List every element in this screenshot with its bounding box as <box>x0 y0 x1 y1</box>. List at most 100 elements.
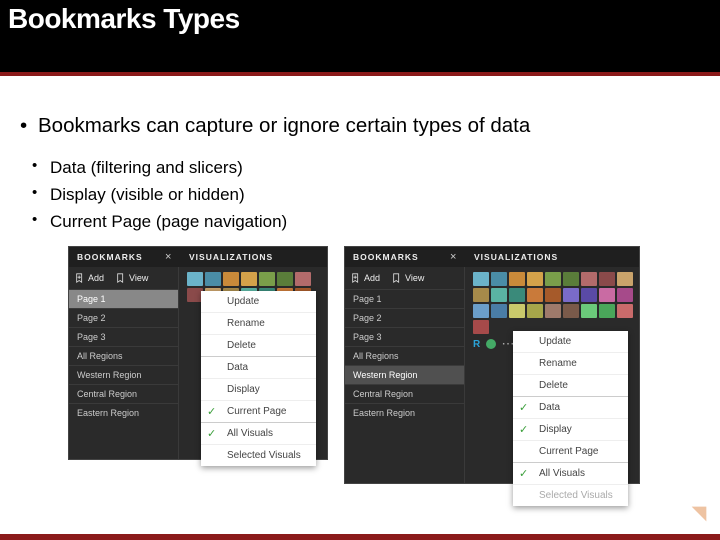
bookmarks-pane-screenshot-checked: BOOKMARKS×VISUALIZATIONSAddViewPage 1Pag… <box>344 246 640 484</box>
context-menu-item[interactable]: Selected Visuals <box>201 444 316 466</box>
visualization-type-icon[interactable] <box>277 272 293 286</box>
bullet-main: Bookmarks can capture or ignore certain … <box>14 114 710 138</box>
visualization-type-icon[interactable] <box>617 272 633 286</box>
bookmarks-header: BOOKMARKS <box>69 252 165 262</box>
context-menu-label: Display <box>539 424 572 435</box>
visualization-type-icon[interactable] <box>527 272 543 286</box>
close-icon[interactable]: × <box>165 251 179 263</box>
visualization-type-icon[interactable] <box>545 272 561 286</box>
visualization-type-icon[interactable] <box>295 272 311 286</box>
visualization-type-icon[interactable] <box>545 304 561 318</box>
visualization-type-icon[interactable] <box>509 272 525 286</box>
visualization-type-icon[interactable] <box>581 272 597 286</box>
context-menu-item[interactable]: ✓Data <box>513 396 628 418</box>
view-bookmark-button[interactable]: View <box>386 271 430 285</box>
custom-visual-icon[interactable] <box>486 339 496 349</box>
visualization-type-icon[interactable] <box>581 304 597 318</box>
context-menu-label: All Visuals <box>227 428 273 439</box>
visualization-type-icon[interactable] <box>259 272 275 286</box>
visualization-type-icon[interactable] <box>563 304 579 318</box>
bookmark-item[interactable]: Page 2 <box>345 308 464 327</box>
check-icon: ✓ <box>207 427 216 440</box>
check-icon: ✓ <box>519 467 528 480</box>
bookmark-item[interactable]: Western Region <box>69 365 178 384</box>
bullet-sub: Data (filtering and slicers) <box>14 154 710 181</box>
visualization-type-icon[interactable] <box>509 304 525 318</box>
visualization-type-icon[interactable] <box>473 320 489 334</box>
context-menu-item[interactable]: Rename <box>201 312 316 334</box>
context-menu-item[interactable]: ✓ Current Page <box>201 400 316 422</box>
visualization-type-icon[interactable] <box>205 272 221 286</box>
context-menu-item[interactable]: Data <box>201 356 316 378</box>
bookmark-item[interactable]: Page 3 <box>69 327 178 346</box>
bookmark-item[interactable]: All Regions <box>345 346 464 365</box>
visualization-type-icon[interactable] <box>491 288 507 302</box>
check-icon: ✓ <box>519 401 528 414</box>
visualization-type-icon[interactable] <box>527 304 543 318</box>
context-menu-label: Delete <box>539 380 568 391</box>
visualizations-header: VISUALIZATIONS <box>464 252 639 262</box>
visualization-type-icon[interactable] <box>223 272 239 286</box>
bullet-sub: Current Page (page navigation) <box>14 208 710 235</box>
context-menu-item[interactable]: ✓ All Visuals <box>513 462 628 484</box>
visualization-type-icon[interactable] <box>473 304 489 318</box>
visualization-type-icon[interactable] <box>545 288 561 302</box>
context-menu-item: Selected Visuals <box>513 484 628 506</box>
context-menu-item[interactable]: Rename <box>513 352 628 374</box>
context-menu-label: Selected Visuals <box>539 490 613 501</box>
content-area: Bookmarks can capture or ignore certain … <box>0 76 720 484</box>
visualization-type-icon[interactable] <box>527 288 543 302</box>
check-icon: ✓ <box>519 423 528 436</box>
bookmark-item[interactable]: Western Region <box>345 365 464 384</box>
bookmark-item[interactable]: Eastern Region <box>69 403 178 422</box>
visualization-type-icon[interactable] <box>187 272 203 286</box>
visualization-type-icon[interactable] <box>599 272 615 286</box>
context-menu-label: All Visuals <box>539 468 585 479</box>
bookmarks-pane-screenshot-expanded: BOOKMARKS×VISUALIZATIONSAddViewPage 1Pag… <box>68 246 328 460</box>
context-menu-label: Current Page <box>227 406 286 417</box>
visualization-type-icon[interactable] <box>617 288 633 302</box>
context-menu-label: Current Page <box>539 446 598 457</box>
visualization-type-icon[interactable] <box>491 272 507 286</box>
view-bookmark-button[interactable]: View <box>110 271 154 285</box>
bullet-sub: Display (visible or hidden) <box>14 181 710 208</box>
context-menu-item[interactable]: Display <box>201 378 316 400</box>
add-bookmark-button[interactable]: Add <box>69 271 110 285</box>
context-menu-item[interactable]: Delete <box>201 334 316 356</box>
add-bookmark-button[interactable]: Add <box>345 271 386 285</box>
visualization-type-icon[interactable] <box>491 304 507 318</box>
bookmark-item[interactable]: Central Region <box>345 384 464 403</box>
bookmark-item[interactable]: All Regions <box>69 346 178 365</box>
r-visual-icon[interactable]: R <box>473 339 480 350</box>
visualization-type-icon[interactable] <box>599 304 615 318</box>
visualization-type-icon[interactable] <box>581 288 597 302</box>
bookmark-item[interactable]: Page 1 <box>345 289 464 308</box>
context-menu-item[interactable]: ✓ Display <box>513 418 628 440</box>
visualization-type-icon[interactable] <box>563 288 579 302</box>
bookmark-item[interactable]: Central Region <box>69 384 178 403</box>
visualization-type-icon[interactable] <box>473 272 489 286</box>
context-menu-item[interactable]: Update <box>201 291 316 312</box>
bookmark-item[interactable]: Page 1 <box>69 289 178 308</box>
check-icon: ✓ <box>207 405 216 418</box>
visualization-type-icon[interactable] <box>599 288 615 302</box>
bookmark-item[interactable]: Page 2 <box>69 308 178 327</box>
visualization-type-icon[interactable] <box>473 288 489 302</box>
bookmark-item[interactable]: Page 3 <box>345 327 464 346</box>
context-menu-item[interactable]: Current Page <box>513 440 628 462</box>
visualizations-header: VISUALIZATIONS <box>179 252 327 262</box>
context-menu-label: Update <box>539 336 571 347</box>
bookmark-context-menu: UpdateRenameDelete Data Display ✓ Current Pa… <box>201 291 316 466</box>
context-menu-item[interactable]: ✓ All Visuals <box>201 422 316 444</box>
context-menu-item[interactable]: Delete <box>513 374 628 396</box>
visualization-type-icon[interactable] <box>563 272 579 286</box>
visualization-type-icon[interactable] <box>617 304 633 318</box>
bookmark-item[interactable]: Eastern Region <box>345 403 464 422</box>
context-menu-label: Data <box>227 362 248 373</box>
context-menu-item[interactable]: Update <box>513 331 628 352</box>
bookmark-context-menu: UpdateRenameDelete✓Data✓DisplayCurrent P… <box>513 331 628 506</box>
visualization-type-icon[interactable] <box>509 288 525 302</box>
close-icon[interactable]: × <box>450 251 464 263</box>
visualization-type-icon[interactable] <box>241 272 257 286</box>
slide-title: Bookmarks Types <box>8 3 240 35</box>
